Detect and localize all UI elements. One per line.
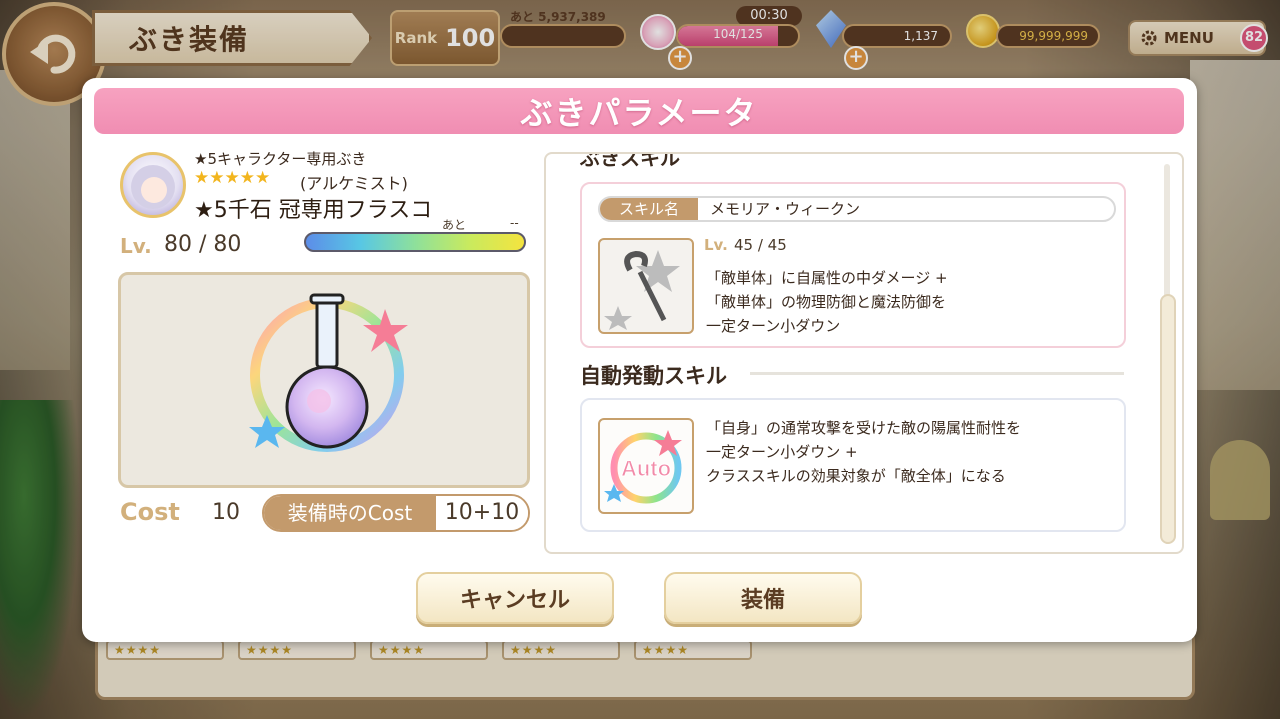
avatar-face xyxy=(141,177,167,203)
character-avatar xyxy=(120,152,186,218)
equip-cost-box: 装備時のCost 10+10 xyxy=(262,494,530,532)
skill-name-bar: スキル名 メモリア・ウィークン xyxy=(598,196,1116,222)
equip-button[interactable]: 装備 xyxy=(664,572,862,624)
skill-desc-line: 「敵単体」の物理防御と魔法防御を xyxy=(706,293,947,311)
auto-skill-card: Auto 「自身」の通常攻撃を受けた敵の陽属性耐性を 一定ターン小ダウン + ク… xyxy=(580,398,1126,532)
auto-skill-icon: Auto xyxy=(598,418,694,514)
dialog-header: ぶきパラメータ xyxy=(94,88,1184,134)
skill-name-value: メモリア・ウィークン xyxy=(710,200,861,218)
skill-desc-line: 一定ターン小ダウン xyxy=(706,317,841,335)
auto-skill-section-title: 自動発動スキル xyxy=(580,364,727,388)
weapon-parameter-dialog: ぶきパラメータ ★5キャラクター専用ぶき ★★★★★ (アルケミスト) ★5千石… xyxy=(82,78,1197,642)
level-value: 80 / 80 xyxy=(164,232,242,257)
skill-scroll-panel[interactable]: ぶきスキル スキル名 メモリア・ウィークン Lv. 45 / 45 「敵単体」に… xyxy=(544,152,1184,554)
cost-value: 10 xyxy=(212,500,240,525)
skill-level-label: Lv. xyxy=(704,236,728,254)
section-divider xyxy=(750,372,1124,375)
cost-label: Cost xyxy=(120,498,180,526)
dialog-title: ぶきパラメータ xyxy=(520,94,758,132)
cancel-button[interactable]: キャンセル xyxy=(416,572,614,624)
weapon-rarity-stars: ★★★★★ xyxy=(194,168,271,188)
auto-icon-label: Auto xyxy=(621,456,671,481)
weapon-image-panel xyxy=(118,272,530,488)
auto-skill-description: 「自身」の通常攻撃を受けた敵の陽属性耐性を 一定ターン小ダウン + クラススキル… xyxy=(706,416,1116,488)
level-progress-bar xyxy=(304,232,526,252)
weapon-skill-section-title: ぶきスキル xyxy=(580,152,680,170)
auto-desc-line: クラススキルの効果対象が「敵全体」になる xyxy=(706,467,1006,485)
level-remaining-label: あと xyxy=(442,218,467,232)
equip-cost-value: 10+10 xyxy=(436,496,528,530)
weapon-name: ★5千石 冠専用フラスコ xyxy=(194,198,433,223)
weapon-class: (アルケミスト) xyxy=(300,174,408,193)
flask-weapon-icon xyxy=(249,293,408,452)
weapon-skill-card: スキル名 メモリア・ウィークン Lv. 45 / 45 「敵単体」に自属性の中ダ… xyxy=(580,182,1126,348)
skill-desc-line: 「敵単体」に自属性の中ダメージ + xyxy=(706,269,948,287)
skill-name-label: スキル名 xyxy=(600,198,698,220)
skill-wand-icon xyxy=(598,238,694,334)
level-label: Lv. xyxy=(120,234,152,258)
auto-desc-line: 「自身」の通常攻撃を受けた敵の陽属性耐性を xyxy=(706,419,1022,437)
level-remaining-value: -- xyxy=(510,216,519,230)
auto-icon: Auto xyxy=(604,430,682,504)
scrollbar-thumb[interactable] xyxy=(1160,294,1176,544)
weapon-type: ★5キャラクター専用ぶき xyxy=(194,150,367,168)
equip-cost-label: 装備時のCost xyxy=(264,496,436,530)
auto-desc-line: 一定ターン小ダウン + xyxy=(706,443,858,461)
wand-icon xyxy=(604,250,680,330)
skill-description: 「敵単体」に自属性の中ダメージ + 「敵単体」の物理防御と魔法防御を 一定ターン… xyxy=(706,266,1106,338)
skill-level-value: 45 / 45 xyxy=(734,236,787,254)
